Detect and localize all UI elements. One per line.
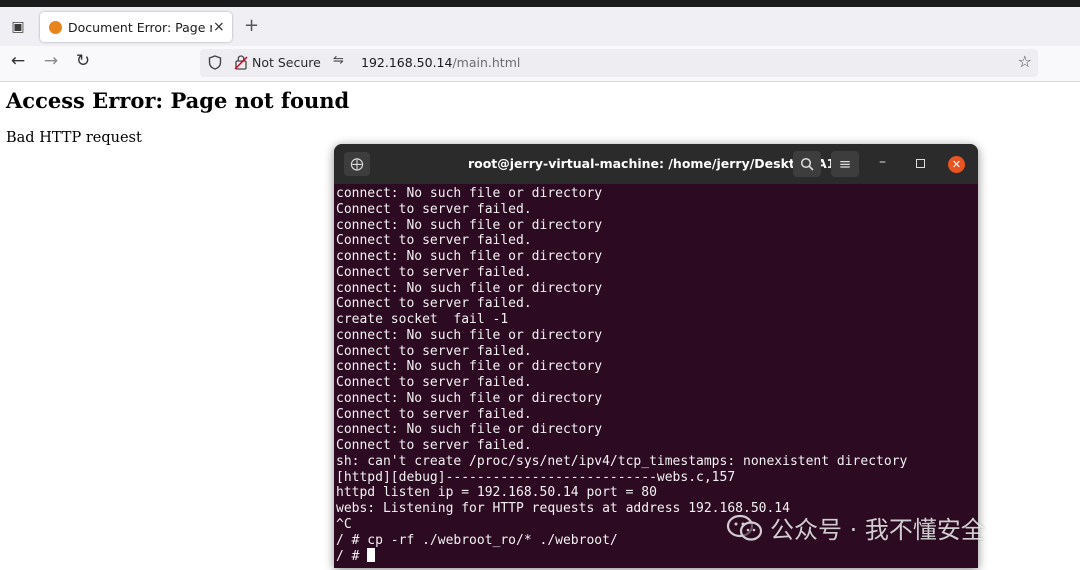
url-text[interactable]: 192.168.50.14/main.html xyxy=(361,55,520,70)
watermark-text: 公众号 · 我不懂安全 xyxy=(770,516,985,544)
hamburger-menu-icon[interactable]: ≡ xyxy=(831,151,859,177)
minimize-icon[interactable]: – xyxy=(879,154,886,170)
url-host: 192.168.50.14 xyxy=(361,55,453,70)
text-cursor xyxy=(367,548,376,563)
terminal-line: Connect to server failed. xyxy=(336,296,532,312)
terminal-line: connect: No such file or directory xyxy=(336,280,603,296)
new-tab-button[interactable]: + xyxy=(244,15,259,36)
terminal-line: Connect to server failed. xyxy=(336,375,532,390)
terminal-line: Connect to server failed. xyxy=(336,201,532,217)
terminal-line: connect: No such file or directory xyxy=(336,359,603,375)
back-arrow-icon[interactable]: ← xyxy=(8,51,28,71)
terminal-line: connect: No such file or directory xyxy=(336,422,603,438)
terminal-line: ^C xyxy=(336,516,352,532)
terminal-line: sh: can't create /proc/sys/net/ipv4/tcp_… xyxy=(336,453,908,469)
terminal-line: webs: Listening for HTTP requests at add… xyxy=(336,501,790,516)
terminal-header-bar[interactable]: ⨁ root@jerry-virtual-machine: /home/jerr… xyxy=(334,144,978,184)
terminal-line: Connect to server failed. xyxy=(336,343,532,359)
page-title: Access Error: Page not found xyxy=(6,88,350,113)
maximize-icon[interactable] xyxy=(916,159,925,168)
terminal-line: connect: No such file or directory xyxy=(336,327,603,343)
terminal-line: create socket fail -1 xyxy=(336,312,509,327)
terminal-line: Connect to server failed. xyxy=(336,438,532,453)
tab-title: Document Error: Page no xyxy=(68,19,212,35)
tab-overview-icon[interactable]: ▣ xyxy=(8,17,28,37)
bookmark-star-icon[interactable]: ☆ xyxy=(1018,52,1032,71)
shield-icon[interactable] xyxy=(208,55,222,70)
browser-tab[interactable]: Document Error: Page no × xyxy=(40,12,232,42)
terminal-line: Connect to server failed. xyxy=(336,406,532,422)
url-path: /main.html xyxy=(452,55,521,70)
close-tab-icon[interactable]: × xyxy=(213,19,225,35)
terminal-line: connect: No such file or directory xyxy=(336,186,603,201)
page-favicon-icon xyxy=(49,20,62,34)
watermark: 公众号 · 我不懂安全 xyxy=(726,510,985,545)
terminal-line: Connect to server failed. xyxy=(336,233,532,249)
address-bar[interactable]: Not Secure ⇋ 192.168.50.14/main.html ☆ xyxy=(200,49,1038,77)
system-top-bar xyxy=(0,0,1080,7)
permissions-icon[interactable]: ⇋ xyxy=(333,53,344,68)
terminal-line: connect: No such file or directory xyxy=(336,249,603,264)
terminal-prompt: / # xyxy=(336,549,368,565)
insecure-lock-icon[interactable] xyxy=(234,54,248,70)
error-message: Bad HTTP request xyxy=(6,130,142,146)
close-icon[interactable]: ✕ xyxy=(948,156,965,173)
forward-arrow-icon[interactable]: → xyxy=(41,51,61,71)
terminal-line: / # cp -rf ./webroot_ro/* ./webroot/ xyxy=(336,532,618,548)
navigation-toolbar: ← → ↻ Not Secure ⇋ 192.168.50.14/main.ht… xyxy=(0,46,1080,82)
wechat-logo-icon xyxy=(726,514,763,541)
terminal-line: connect: No such file or directory xyxy=(336,390,603,406)
reload-icon[interactable]: ↻ xyxy=(73,51,93,71)
terminal-line: Connect to server failed. xyxy=(336,264,532,280)
search-icon[interactable] xyxy=(793,151,821,177)
browser-tab-strip: ▣ Document Error: Page no × + xyxy=(0,7,1080,46)
terminal-line: httpd listen ip = 192.168.50.14 port = 8… xyxy=(336,485,657,501)
not-secure-label[interactable]: Not Secure xyxy=(252,55,321,70)
terminal-output[interactable]: connect: No such file or directory Conne… xyxy=(336,186,976,565)
terminal-window[interactable]: ⨁ root@jerry-virtual-machine: /home/jerr… xyxy=(334,144,978,568)
terminal-line: connect: No such file or directory xyxy=(336,217,603,233)
terminal-line: [httpd][debug]--------------------------… xyxy=(336,469,736,485)
